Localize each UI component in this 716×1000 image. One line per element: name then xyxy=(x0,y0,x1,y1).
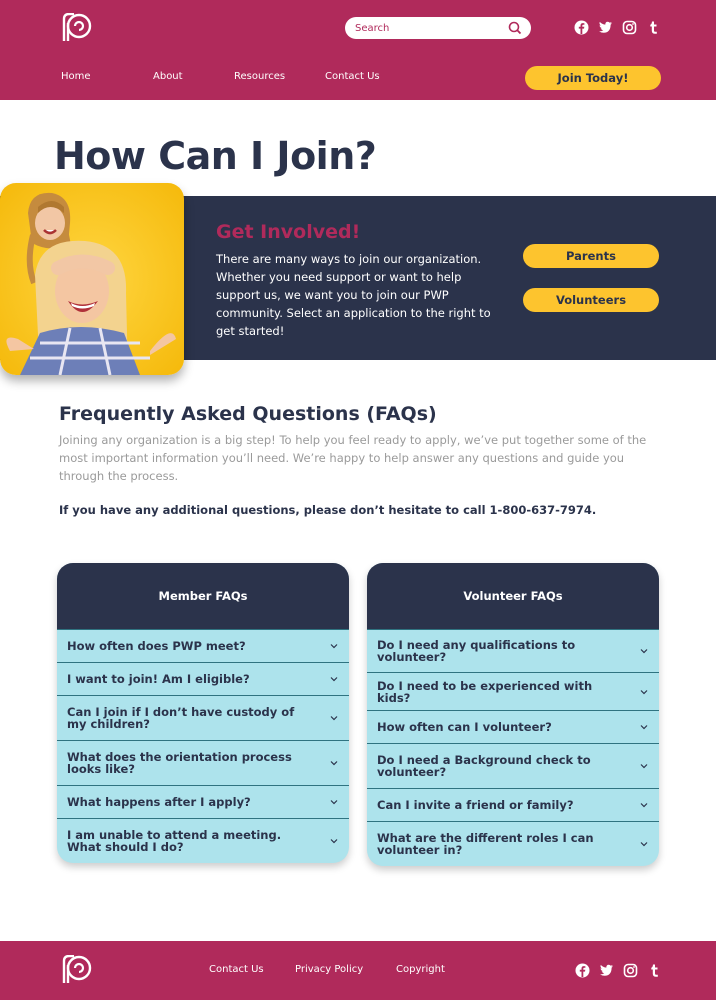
search-icon[interactable] xyxy=(507,20,523,36)
footer-contact-us[interactable]: Contact Us xyxy=(209,964,264,975)
nav-home[interactable]: Home xyxy=(61,71,153,82)
faq-item[interactable]: Can I join if I don’t have custody of my… xyxy=(57,695,349,740)
faq-question: I am unable to attend a meeting. What sh… xyxy=(67,828,282,854)
faq-question: Can I invite a friend or family? xyxy=(377,798,574,812)
faq-item[interactable]: I am unable to attend a meeting. What sh… xyxy=(57,818,349,863)
faq-intro: Joining any organization is a big step! … xyxy=(59,433,647,483)
chevron-down-icon[interactable] xyxy=(329,758,339,768)
header-social xyxy=(574,20,661,35)
faq-item[interactable]: What are the different roles I can volun… xyxy=(367,821,659,866)
faq-question: What are the different roles I can volun… xyxy=(377,831,594,857)
facebook-icon[interactable] xyxy=(574,20,589,35)
chevron-down-icon[interactable] xyxy=(639,800,649,810)
chevron-down-icon[interactable] xyxy=(639,722,649,732)
faq-item[interactable]: I want to join! Am I eligible? xyxy=(57,662,349,695)
instagram-icon[interactable] xyxy=(623,963,638,978)
faq-question: What happens after I apply? xyxy=(67,795,251,809)
chevron-down-icon[interactable] xyxy=(329,641,339,651)
faq-question: What does the orientation process looks … xyxy=(67,750,292,776)
search-input[interactable] xyxy=(355,22,495,34)
faq-item[interactable]: How often can I volunteer? xyxy=(367,710,659,743)
faq-question: How often can I volunteer? xyxy=(377,720,552,734)
volunteer-faq-card: Volunteer FAQs Do I need any qualificati… xyxy=(367,563,659,866)
join-today-button[interactable]: Join Today! xyxy=(525,66,661,90)
twitter-icon[interactable] xyxy=(598,20,613,35)
chevron-down-icon[interactable] xyxy=(639,839,649,849)
member-faq-header: Member FAQs xyxy=(57,563,349,629)
faq-item[interactable]: How often does PWP meet? xyxy=(57,629,349,662)
tumblr-icon[interactable] xyxy=(646,20,661,35)
faq-item[interactable]: What does the orientation process looks … xyxy=(57,740,349,785)
page-title: How Can I Join? xyxy=(54,134,377,178)
get-involved-text: There are many ways to join our organiza… xyxy=(216,252,491,338)
faq-question: Do I need a Background check to voluntee… xyxy=(377,753,591,779)
instagram-icon[interactable] xyxy=(622,20,637,35)
faq-item[interactable]: Do I need any qualifications to voluntee… xyxy=(367,629,659,672)
footer-privacy-policy[interactable]: Privacy Policy xyxy=(295,964,363,975)
volunteer-faq-header: Volunteer FAQs xyxy=(367,563,659,629)
faq-question: Can I join if I don’t have custody of my… xyxy=(67,705,295,731)
chevron-down-icon[interactable] xyxy=(329,797,339,807)
chevron-down-icon[interactable] xyxy=(639,646,649,656)
tumblr-icon[interactable] xyxy=(647,963,662,978)
faq-item[interactable]: Do I need a Background check to voluntee… xyxy=(367,743,659,788)
faq-question: Do I need to be experienced with kids? xyxy=(377,678,593,705)
twitter-icon[interactable] xyxy=(599,963,614,978)
faq-question: How often does PWP meet? xyxy=(67,639,246,653)
faq-question: Do I need any qualifications to voluntee… xyxy=(377,638,576,664)
main-nav: Home About Resources Contact Us xyxy=(61,71,380,82)
chevron-down-icon[interactable] xyxy=(639,761,649,771)
chevron-down-icon[interactable] xyxy=(329,836,339,846)
family-photo xyxy=(0,183,184,375)
parents-button[interactable]: Parents xyxy=(523,244,659,268)
faq-item[interactable]: Do I need to be experienced with kids? xyxy=(367,672,659,710)
footer-copyright[interactable]: Copyright xyxy=(396,964,445,975)
volunteers-button[interactable]: Volunteers xyxy=(523,288,659,312)
chevron-down-icon[interactable] xyxy=(639,687,649,697)
footer-social xyxy=(575,963,662,978)
nav-contact-us[interactable]: Contact Us xyxy=(325,71,380,82)
faq-item[interactable]: Can I invite a friend or family? xyxy=(367,788,659,821)
faq-item[interactable]: What happens after I apply? xyxy=(57,785,349,818)
search-bar[interactable] xyxy=(345,17,531,39)
nav-about[interactable]: About xyxy=(153,71,234,82)
faq-title: Frequently Asked Questions (FAQs) xyxy=(59,403,437,425)
faq-question: I want to join! Am I eligible? xyxy=(67,672,250,686)
chevron-down-icon[interactable] xyxy=(329,674,339,684)
faq-call-note: If you have any additional questions, pl… xyxy=(59,503,597,517)
nav-resources[interactable]: Resources xyxy=(234,71,325,82)
member-faq-card: Member FAQs How often does PWP meet? I w… xyxy=(57,563,349,863)
logo[interactable] xyxy=(61,12,93,43)
footer-logo[interactable] xyxy=(61,954,93,985)
facebook-icon[interactable] xyxy=(575,963,590,978)
chevron-down-icon[interactable] xyxy=(329,713,339,723)
get-involved-title: Get Involved! xyxy=(216,221,361,243)
